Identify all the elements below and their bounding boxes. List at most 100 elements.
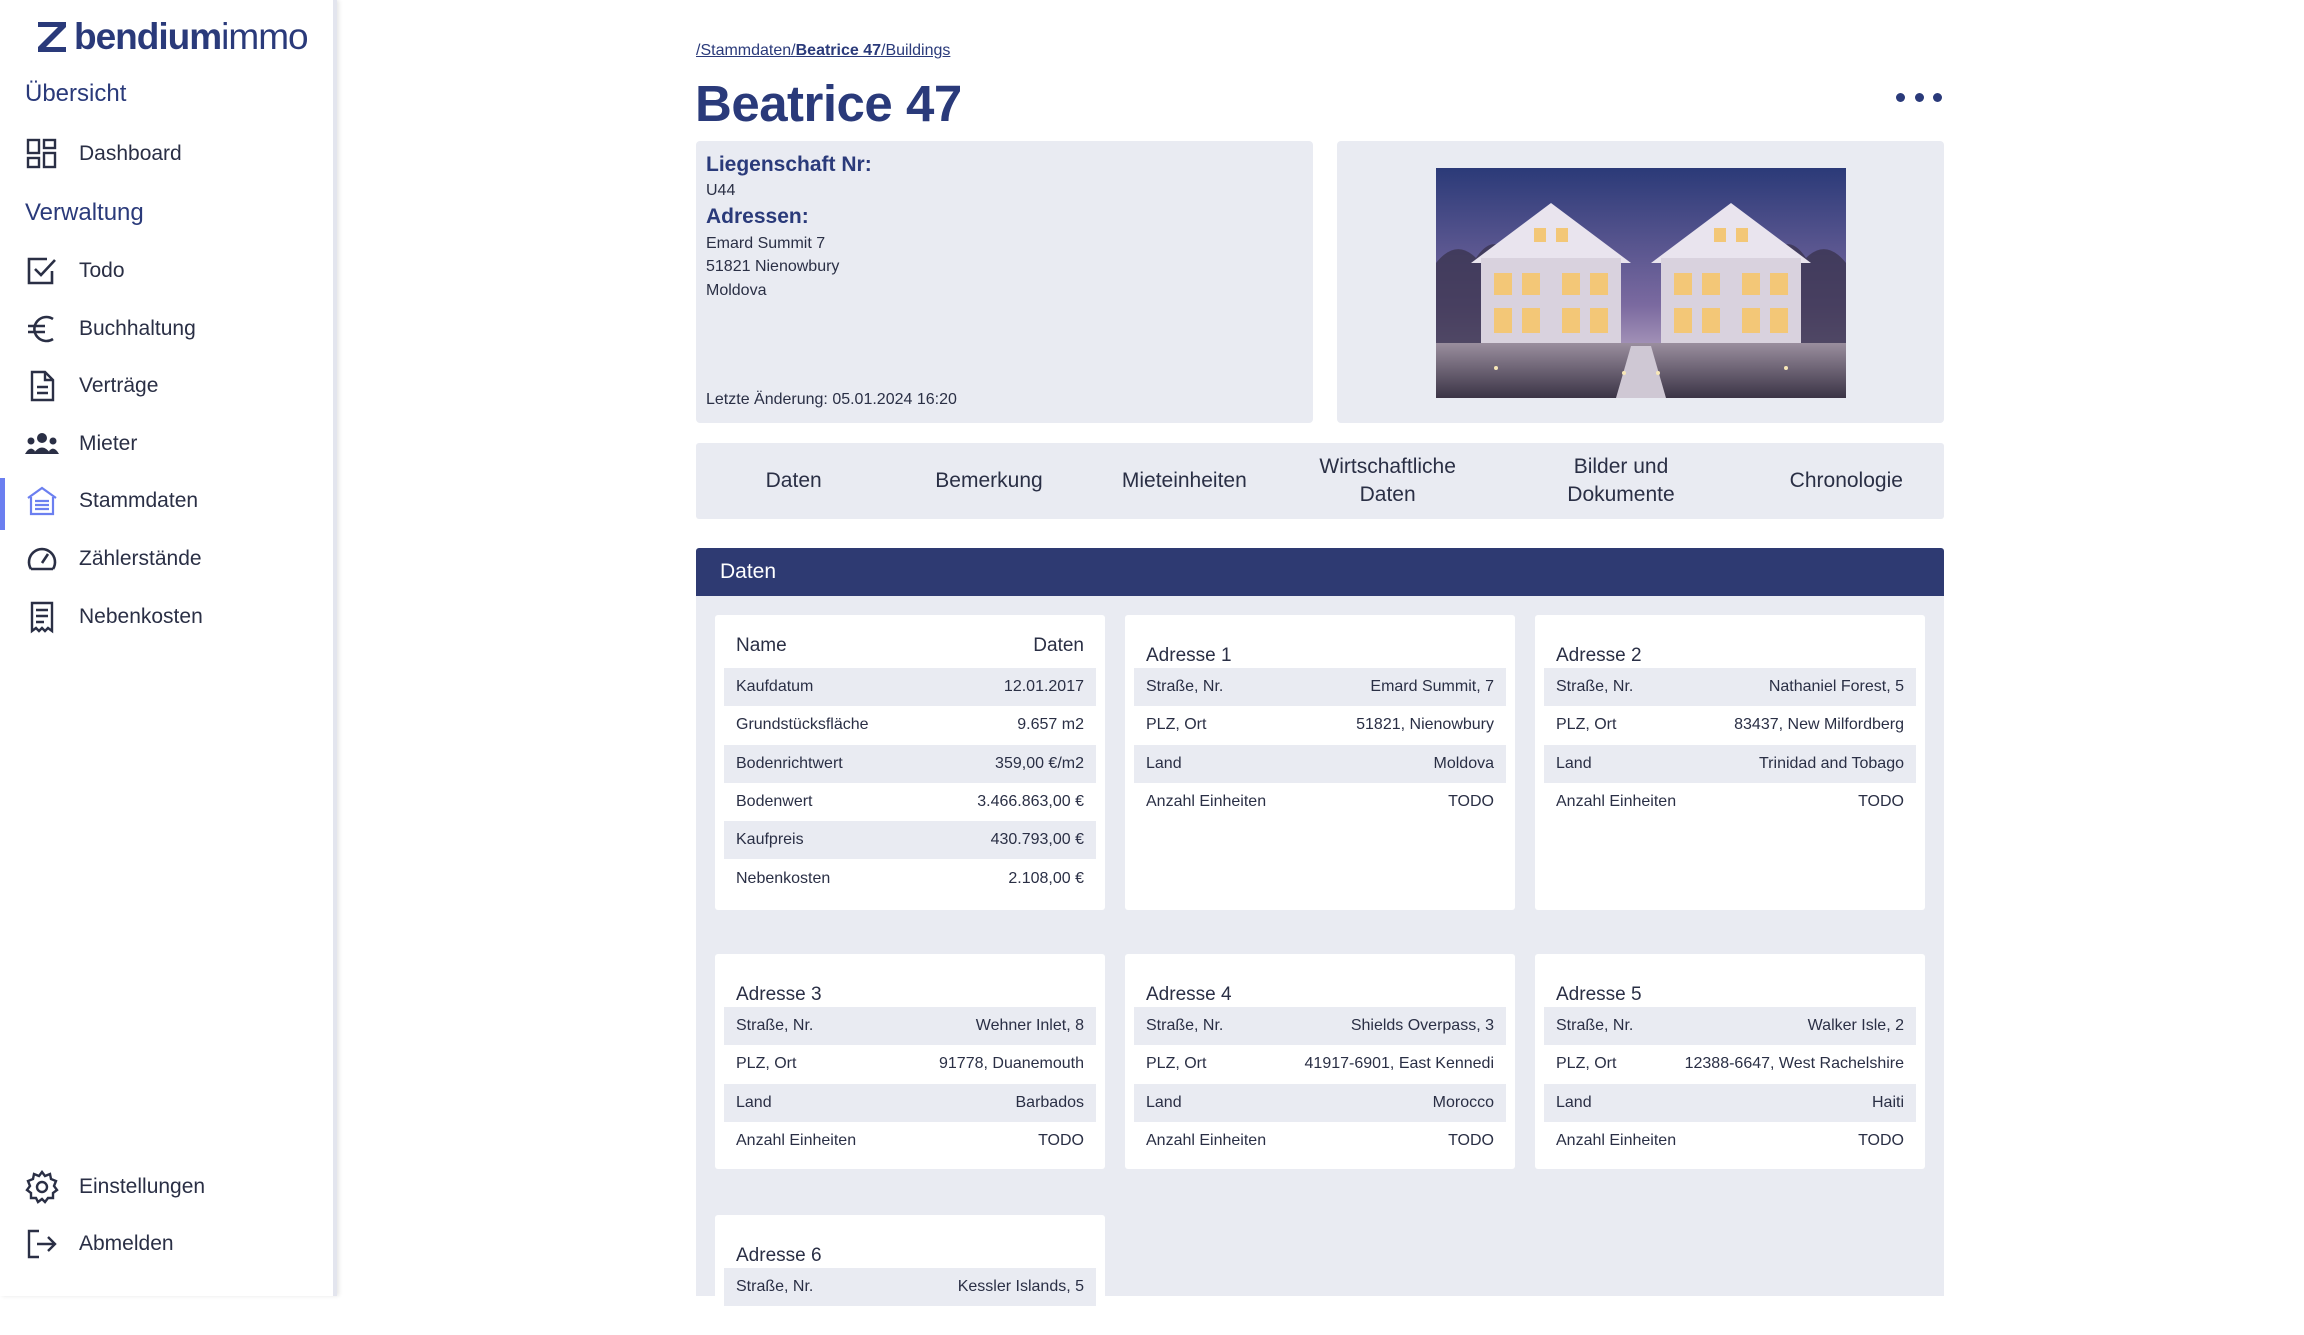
adressen-label: Adressen: <box>706 205 809 228</box>
row-label: Land <box>1556 1094 1592 1111</box>
brand-suffix: immo <box>221 16 308 57</box>
gear-icon <box>24 1169 60 1205</box>
row-value: Emard Summit, 7 <box>1370 678 1494 695</box>
checkbox-icon <box>24 253 60 289</box>
table-row: Anzahl Einheiten TODO <box>1134 1122 1506 1160</box>
breadcrumb-current[interactable]: Beatrice 47 <box>796 42 881 59</box>
breadcrumb[interactable]: /Stammdaten/Beatrice 47/Buildings <box>696 42 950 60</box>
building-icon <box>24 483 60 519</box>
document-icon <box>24 368 60 404</box>
tab-daten[interactable]: Daten <box>696 443 891 519</box>
brand-logo[interactable]: bendium immo <box>36 14 309 60</box>
row-label: Bodenrichtwert <box>736 755 843 772</box>
sidebar-item-mieter[interactable]: Mieter <box>0 419 333 469</box>
dot-icon <box>1914 92 1924 102</box>
row-value: 359,00 €/m2 <box>995 755 1084 772</box>
table-row: PLZ, Ort 12388-6647, West Rachelshire <box>1544 1045 1916 1083</box>
tab-chronologie[interactable]: Chronologie <box>1749 443 1944 519</box>
tab-mieteinheiten[interactable]: Mieteinheiten <box>1087 443 1282 519</box>
row-label: Anzahl Einheiten <box>736 1132 857 1149</box>
row-label: Anzahl Einheiten <box>1556 1132 1677 1149</box>
row-value: Trinidad and Tobago <box>1759 755 1904 772</box>
dot-icon <box>1933 92 1942 102</box>
sidebar-item-zaehlerstaende[interactable]: Zählerstände <box>0 534 333 584</box>
sidebar-item-nebenkosten[interactable]: Nebenkosten <box>0 592 333 642</box>
row-label: Anzahl Einheiten <box>1146 1132 1267 1149</box>
table-row: Grundstücksfläche 9.657 m2 <box>724 706 1096 744</box>
row-label: Straße, Nr. <box>1146 678 1224 695</box>
sidebar-item-label: Zählerstände <box>79 547 202 570</box>
row-value: Nathaniel Forest, 5 <box>1768 678 1904 695</box>
address-card-5: Adresse 5 Straße, Nr. Walker Isle, 2 PLZ,… <box>1535 954 1925 1169</box>
sidebar-item-vertraege[interactable]: Verträge <box>0 361 333 411</box>
address-card-title: Adresse 1 <box>1146 645 1232 666</box>
row-label: PLZ, Ort <box>1556 716 1617 733</box>
page-title: Beatrice 47 <box>695 75 962 132</box>
row-value: 12.01.2017 <box>1003 678 1084 695</box>
section-overview-title: Übersicht <box>25 80 127 107</box>
liegenschaft-value: U44 <box>706 182 736 199</box>
row-label: PLZ, Ort <box>736 1055 797 1072</box>
more-options-button[interactable] <box>1896 82 1942 112</box>
sidebar-item-todo[interactable]: Todo <box>0 246 333 296</box>
table-row: Straße, Nr. Shields Overpass, 3 <box>1134 1007 1506 1045</box>
row-value: 83437, New Milfordberg <box>1734 716 1904 733</box>
brand-name: bendium <box>74 16 222 57</box>
address-card-title: Adresse 3 <box>736 984 822 1005</box>
row-value: Morocco <box>1432 1094 1494 1111</box>
dot-icon <box>1896 92 1905 102</box>
section-admin-title: Verwaltung <box>25 199 144 226</box>
sidebar-item-buchhaltung[interactable]: Buchhaltung <box>0 304 333 354</box>
row-label: Land <box>1556 755 1592 772</box>
table-row: Land Moldova <box>1134 745 1506 783</box>
row-value: TODO <box>1448 1132 1494 1149</box>
row-label: Anzahl Einheiten <box>1556 793 1677 810</box>
building-photo[interactable] <box>1436 168 1846 398</box>
breadcrumb-tail[interactable]: /Buildings <box>881 42 950 59</box>
sidebar-item-stammdaten[interactable]: Stammdaten <box>0 476 333 530</box>
table-row: Nebenkosten 2.108,00 € <box>724 860 1096 898</box>
row-value: 41917-6901, East Kennedi <box>1304 1055 1494 1072</box>
breadcrumb-root[interactable]: /Stammdaten/ <box>696 42 796 59</box>
sidebar-item-label: Dashboard <box>79 142 182 165</box>
row-label: PLZ, Ort <box>1146 716 1207 733</box>
tab-wirtschaftliche-daten[interactable]: Wirtschaftliche Daten <box>1282 443 1493 519</box>
sidebar-item-dashboard[interactable]: Dashboard <box>0 129 333 179</box>
section-header-daten: Daten <box>696 548 1944 596</box>
row-label: Land <box>1146 755 1182 772</box>
property-image-card <box>1337 141 1944 423</box>
tab-bilder-und-dokumente[interactable]: Bilder und Dokumente <box>1493 443 1748 519</box>
address-card-title: Adresse 2 <box>1556 645 1642 666</box>
people-icon <box>24 426 60 462</box>
sidebar-item-einstellungen[interactable]: Einstellungen <box>0 1162 333 1212</box>
euro-icon <box>24 311 60 347</box>
table-row: Kaufpreis 430.793,00 € <box>724 821 1096 859</box>
data-card-value-header: Daten <box>1033 635 1084 656</box>
row-value: Moldova <box>1433 755 1494 772</box>
table-row: PLZ, Ort 51821, Nienowbury <box>1134 706 1506 744</box>
sidebar-item-label: Todo <box>79 259 125 282</box>
row-label: Grundstücksfläche <box>736 716 869 733</box>
table-row: PLZ, Ort 83437, New Milfordberg <box>1544 706 1916 744</box>
row-label: Straße, Nr. <box>1146 1017 1224 1034</box>
sidebar-item-label: Verträge <box>79 374 159 397</box>
row-value: TODO <box>1858 1132 1904 1149</box>
liegenschaft-label: Liegenschaft Nr: <box>706 153 872 176</box>
last-change: Letzte Änderung: 05.01.2024 16:20 <box>706 391 957 408</box>
row-label: Straße, Nr. <box>1556 1017 1634 1034</box>
row-value: Barbados <box>1015 1094 1085 1111</box>
data-card-name-header: Name <box>736 635 787 656</box>
address-card-3: Adresse 3 Straße, Nr. Wehner Inlet, 8 PLZ… <box>715 954 1105 1169</box>
row-label: Kaufdatum <box>736 678 814 695</box>
address-card-6: Adresse 6 Straße, Nr. Kessler Islands, 5 <box>715 1215 1105 1335</box>
address-card-title: Adresse 5 <box>1556 984 1642 1005</box>
sidebar-item-abmelden[interactable]: Abmelden <box>0 1219 333 1269</box>
address-card-title: Adresse 4 <box>1146 984 1232 1005</box>
table-row: Kaufdatum 12.01.2017 <box>724 668 1096 706</box>
property-info-card: Liegenschaft Nr: U44 Adressen: Emard Sum… <box>696 141 1313 423</box>
table-row: Straße, Nr. Kessler Islands, 5 <box>724 1268 1096 1306</box>
address-card-1: Adresse 1 Straße, Nr. Emard Summit, 7 PLZ… <box>1125 615 1515 910</box>
row-value: 12388-6647, West Rachelshire <box>1684 1055 1904 1072</box>
row-value: 51821, Nienowbury <box>1356 716 1494 733</box>
tab-bemerkung[interactable]: Bemerkung <box>891 443 1086 519</box>
